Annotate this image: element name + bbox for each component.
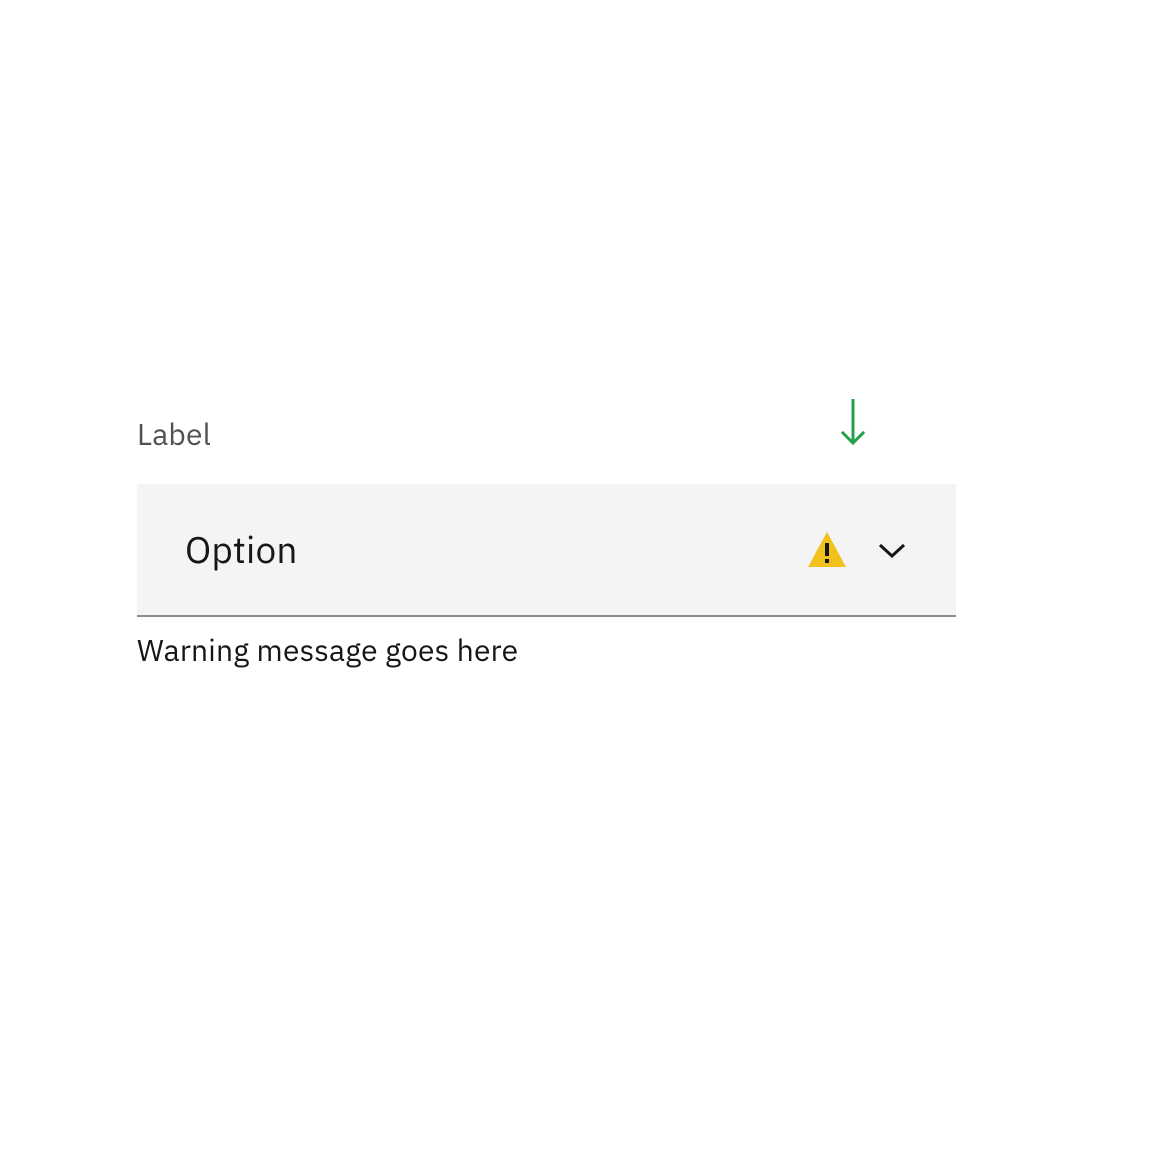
- field-label: Label: [137, 415, 956, 454]
- dropdown-selected-value: Option: [185, 526, 806, 574]
- warning-icon: [806, 529, 848, 571]
- dropdown-select[interactable]: Option: [137, 484, 956, 617]
- chevron-down-icon: [876, 534, 908, 566]
- helper-text: Warning message goes here: [137, 631, 956, 670]
